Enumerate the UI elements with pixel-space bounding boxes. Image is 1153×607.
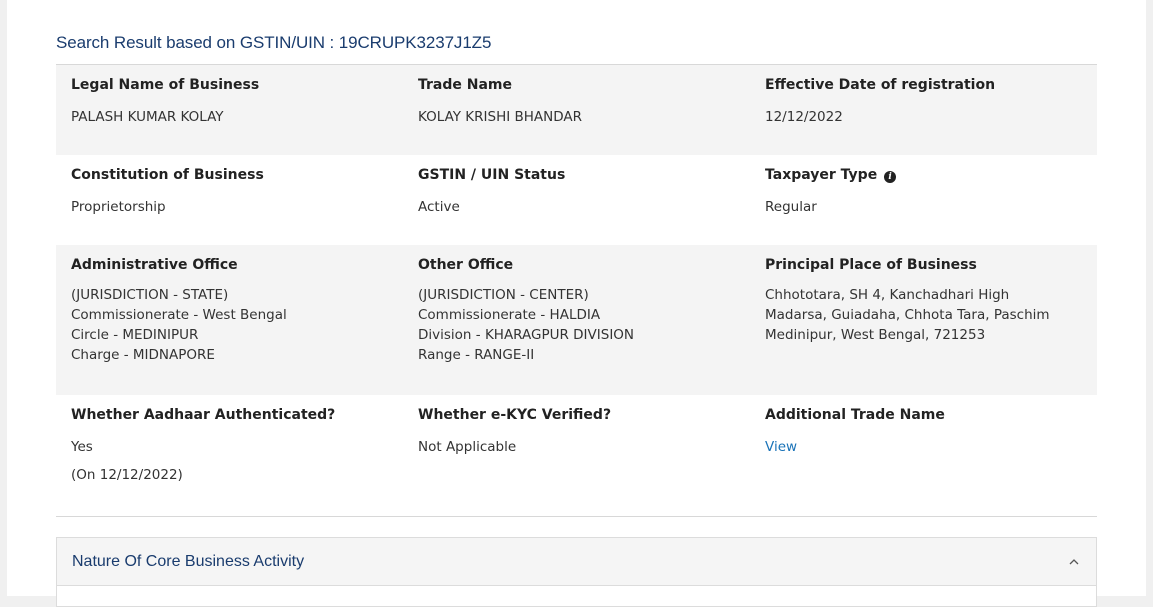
additional-trade-value: View	[765, 437, 1097, 457]
divider	[56, 516, 1097, 517]
details-row: Administrative Office (JURISDICTION - ST…	[56, 245, 1097, 395]
additional-trade-label: Additional Trade Name	[765, 407, 945, 423]
ekyc-label: Whether e-KYC Verified?	[418, 407, 612, 423]
nature-of-business-header[interactable]: Nature Of Core Business Activity	[57, 538, 1096, 586]
trade-name-value: KOLAY KRISHI BHANDAR	[418, 109, 583, 125]
taxpayer-type-cell: Taxpayer Type i Regular	[750, 155, 1097, 245]
details-row: Legal Name of Business PALASH KUMAR KOLA…	[56, 65, 1097, 155]
details-row: Whether Aadhaar Authenticated? Yes (On 1…	[56, 395, 1097, 500]
status-cell: GSTIN / UIN Status Active	[403, 155, 750, 245]
constitution-value: Proprietorship	[71, 199, 166, 215]
ekyc-cell: Whether e-KYC Verified? Not Applicable	[403, 395, 750, 500]
principal-place-line: Chhototara, SH 4, Kanchadhari High	[765, 287, 1010, 303]
aadhaar-cell: Whether Aadhaar Authenticated? Yes (On 1…	[56, 395, 403, 500]
aadhaar-label: Whether Aadhaar Authenticated?	[71, 407, 336, 423]
principal-place-line: Madarsa, Guiadaha, Chhota Tara, Paschim	[765, 307, 1050, 323]
principal-place-value: Chhototara, SH 4, Kanchadhari High Madar…	[765, 285, 1097, 345]
nature-of-business-title: Nature Of Core Business Activity	[72, 552, 305, 570]
additional-trade-cell: Additional Trade Name View	[750, 395, 1097, 500]
aadhaar-value: Yes	[71, 439, 93, 455]
other-office-line: Division - KHARAGPUR DIVISION	[418, 327, 635, 343]
taxpayer-type-label: Taxpayer Type	[765, 167, 878, 183]
principal-place-label: Principal Place of Business	[765, 257, 977, 273]
other-office-line: Range - RANGE-II	[418, 347, 535, 363]
trade-name-cell: Trade Name KOLAY KRISHI BHANDAR	[403, 65, 750, 155]
other-office-value: (JURISDICTION - CENTER) Commissionerate …	[418, 285, 750, 365]
info-circle-icon[interactable]: i	[884, 171, 897, 183]
page: Search Result based on GSTIN/UIN : 19CRU…	[7, 0, 1146, 607]
other-office-cell: Other Office (JURISDICTION - CENTER) Com…	[403, 245, 750, 395]
admin-office-line: (JURISDICTION - STATE)	[71, 287, 229, 303]
principal-place-line: Medinipur, West Bengal, 721253	[765, 327, 986, 343]
effective-date-cell: Effective Date of registration 12/12/202…	[750, 65, 1097, 155]
taxpayer-type-value: Regular	[765, 199, 817, 215]
admin-office-line: Charge - MIDNAPORE	[71, 347, 215, 363]
ekyc-value: Not Applicable	[418, 439, 517, 455]
search-result-heading: Search Result based on GSTIN/UIN : 19CRU…	[56, 33, 492, 52]
legal-name-value: PALASH KUMAR KOLAY	[71, 109, 224, 125]
taxpayer-details-grid: Legal Name of Business PALASH KUMAR KOLA…	[56, 65, 1097, 500]
admin-office-value: (JURISDICTION - STATE) Commissionerate -…	[71, 285, 403, 365]
admin-office-cell: Administrative Office (JURISDICTION - ST…	[56, 245, 403, 395]
admin-office-label: Administrative Office	[71, 257, 238, 273]
status-value: Active	[418, 199, 460, 215]
view-trade-name-link[interactable]: View	[765, 439, 797, 455]
other-office-line: (JURISDICTION - CENTER)	[418, 287, 589, 303]
taxpayer-type-label-wrap: Taxpayer Type i	[765, 167, 1097, 183]
effective-date-label: Effective Date of registration	[765, 77, 996, 93]
aadhaar-date: (On 12/12/2022)	[71, 467, 183, 483]
other-office-label: Other Office	[418, 257, 514, 273]
legal-name-cell: Legal Name of Business PALASH KUMAR KOLA…	[56, 65, 403, 155]
other-office-line: Commissionerate - HALDIA	[418, 307, 601, 323]
chevron-up-icon[interactable]	[1069, 555, 1079, 568]
admin-office-line: Circle - MEDINIPUR	[71, 327, 199, 343]
status-label: GSTIN / UIN Status	[418, 167, 566, 183]
legal-name-label: Legal Name of Business	[71, 77, 260, 93]
constitution-label: Constitution of Business	[71, 167, 264, 183]
constitution-cell: Constitution of Business Proprietorship	[56, 155, 403, 245]
trade-name-label: Trade Name	[418, 77, 513, 93]
effective-date-value: 12/12/2022	[765, 109, 843, 125]
principal-place-cell: Principal Place of Business Chhototara, …	[750, 245, 1097, 395]
nature-of-business-panel: Nature Of Core Business Activity	[56, 537, 1097, 607]
admin-office-line: Commissionerate - West Bengal	[71, 307, 287, 323]
details-row: Constitution of Business Proprietorship …	[56, 155, 1097, 245]
